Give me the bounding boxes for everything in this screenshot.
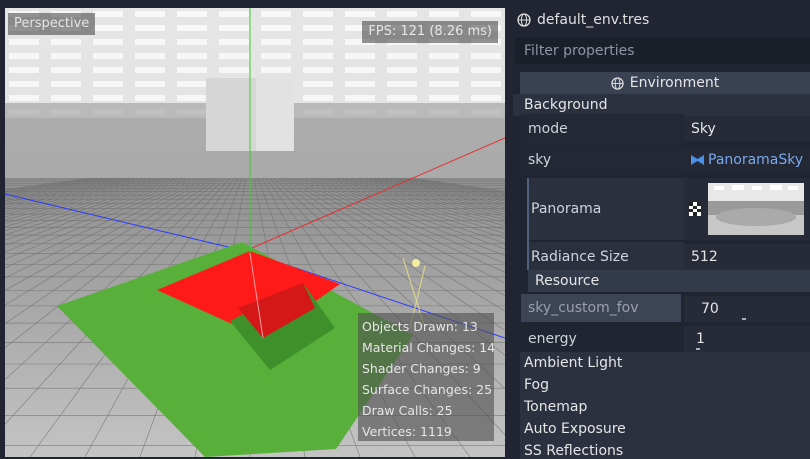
resource-name: default_env.tres (537, 12, 650, 28)
sky-custom-fov-slider[interactable]: 70 (684, 296, 810, 322)
section-ambient-light[interactable]: Ambient Light (520, 352, 810, 374)
property-radiance-size: Radiance Size 512 (513, 242, 810, 272)
stat-vertices: Vertices: 1119 (362, 424, 452, 439)
panorama-texture-picker[interactable] (684, 178, 810, 240)
property-label: energy (528, 331, 577, 347)
mode-dropdown[interactable]: Sky (684, 116, 810, 142)
sky-resource-picker[interactable]: PanoramaSky (684, 147, 810, 173)
render-stats-panel: Objects Drawn: 13 Material Changes: 14 S… (358, 313, 496, 441)
section-tonemap[interactable]: Tonemap (520, 396, 810, 418)
stat-material-changes: Material Changes: 14 (362, 340, 496, 355)
globe-icon (517, 13, 531, 27)
energy-slider[interactable]: 1 (684, 326, 810, 352)
inspector-panel: default_env.tres Environment Background … (513, 0, 810, 459)
property-label: sky_custom_fov (528, 300, 639, 316)
sky-custom-fov-value: 70 (701, 301, 719, 317)
property-label: mode (528, 121, 568, 137)
texture-icon (689, 202, 701, 216)
stat-draw-calls: Draw Calls: 25 (362, 403, 453, 418)
section-auto-exposure[interactable]: Auto Exposure (520, 418, 810, 440)
section-background[interactable]: Background (513, 94, 810, 116)
environment-label: Environment (629, 75, 720, 91)
property-sky-custom-fov: sky_custom_fov 70 (513, 294, 810, 324)
stat-objects-drawn: Objects Drawn: 13 (362, 319, 478, 334)
sky-value: PanoramaSky (708, 152, 804, 168)
globe-icon (611, 76, 624, 90)
property-sky: sky PanoramaSky (513, 145, 810, 175)
panorama-sky-icon (691, 155, 704, 165)
panorama-thumbnail (708, 183, 804, 235)
property-mode: mode Sky (513, 114, 810, 144)
light-gizmo (412, 259, 420, 267)
resource-title[interactable]: default_env.tres (513, 6, 810, 34)
property-panorama: Panorama (513, 178, 810, 240)
stat-shader-changes: Shader Changes: 9 (362, 361, 481, 376)
fps-readout: FPS: 121 (8.26 ms) (362, 21, 498, 43)
property-label: Panorama (531, 201, 602, 217)
section-ss-reflections[interactable]: SS Reflections (520, 440, 810, 459)
3d-viewport[interactable]: Perspective FPS: 121 (8.26 ms) Objects D… (5, 8, 505, 457)
filter-properties[interactable] (515, 38, 810, 64)
property-label: Radiance Size (531, 249, 629, 265)
filter-input[interactable] (516, 39, 809, 63)
white-cube-shade (206, 78, 256, 151)
energy-value: 1 (696, 331, 705, 347)
section-resource[interactable]: Resource (528, 270, 810, 292)
property-label: sky (528, 152, 552, 168)
stat-surface-changes: Surface Changes: 25 (362, 382, 493, 397)
slider-grabber[interactable] (696, 348, 700, 350)
perspective-menu[interactable]: Perspective (8, 13, 96, 35)
slider-grabber[interactable] (742, 318, 746, 320)
radiance-size-dropdown[interactable]: 512 (684, 244, 810, 270)
section-fog[interactable]: Fog (520, 374, 810, 396)
environment-header[interactable]: Environment (520, 72, 810, 94)
property-energy: energy 1 (513, 324, 810, 354)
